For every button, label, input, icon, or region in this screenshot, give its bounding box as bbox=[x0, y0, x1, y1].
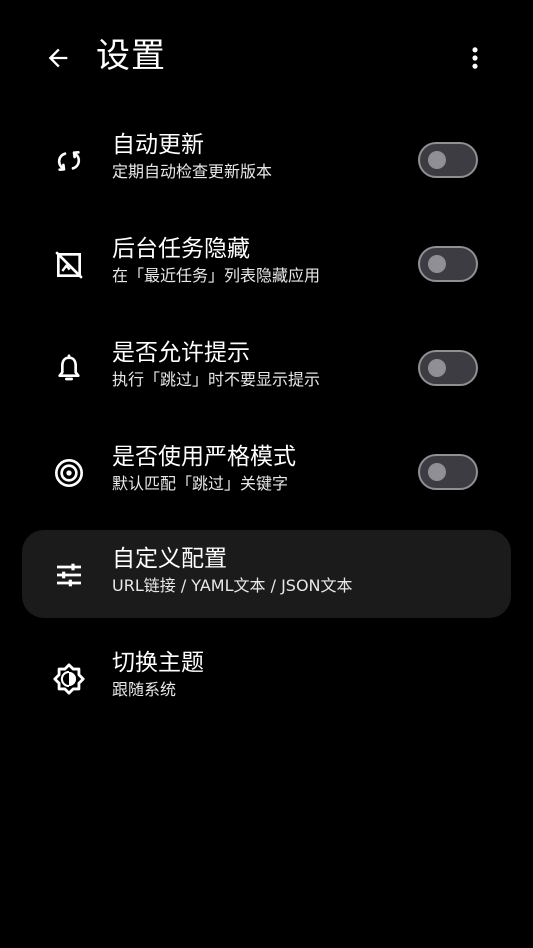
setting-allow-toast[interactable]: 是否允许提示 执行「跳过」时不要显示提示 bbox=[22, 324, 511, 412]
hide-image-icon bbox=[50, 246, 88, 284]
setting-subtitle: 默认匹配「跳过」关键字 bbox=[112, 474, 289, 493]
target-icon bbox=[50, 454, 88, 492]
setting-title: 是否使用严格模式 bbox=[112, 444, 296, 470]
arrow-back-icon bbox=[48, 48, 68, 68]
sync-icon bbox=[50, 142, 88, 180]
setting-auto-update[interactable]: 自动更新 定期自动检查更新版本 bbox=[22, 116, 511, 204]
allow-toast-switch[interactable] bbox=[418, 350, 478, 386]
notification-bell-icon bbox=[50, 350, 88, 388]
setting-subtitle: 定期自动检查更新版本 bbox=[112, 162, 273, 181]
top-app-bar: 设置 bbox=[0, 0, 533, 114]
switch-knob bbox=[428, 151, 446, 169]
page-title: 设置 bbox=[96, 36, 166, 76]
brightness-icon bbox=[50, 660, 88, 698]
setting-title: 后台任务隐藏 bbox=[112, 236, 250, 262]
more-options-button[interactable] bbox=[455, 38, 495, 78]
setting-title: 是否允许提示 bbox=[112, 340, 250, 366]
more-vert-icon bbox=[472, 47, 478, 69]
hide-recents-switch[interactable] bbox=[418, 246, 478, 282]
setting-custom-config[interactable]: 自定义配置 URL链接 / YAML文本 / JSON文本 bbox=[22, 530, 511, 618]
setting-title: 切换主题 bbox=[112, 650, 204, 676]
back-button[interactable] bbox=[38, 38, 78, 78]
setting-subtitle: URL链接 / YAML文本 / JSON文本 bbox=[112, 576, 353, 595]
strict-mode-switch[interactable] bbox=[418, 454, 478, 490]
auto-update-switch[interactable] bbox=[418, 142, 478, 178]
tune-icon bbox=[50, 556, 88, 594]
switch-knob bbox=[428, 463, 446, 481]
setting-strict-mode[interactable]: 是否使用严格模式 默认匹配「跳过」关键字 bbox=[22, 428, 511, 516]
setting-subtitle: 在「最近任务」列表隐藏应用 bbox=[112, 266, 321, 285]
setting-title: 自定义配置 bbox=[112, 546, 227, 572]
switch-knob bbox=[428, 359, 446, 377]
setting-subtitle: 执行「跳过」时不要显示提示 bbox=[112, 370, 321, 389]
setting-subtitle: 跟随系统 bbox=[112, 680, 177, 699]
setting-title: 自动更新 bbox=[112, 132, 204, 158]
setting-switch-theme[interactable]: 切换主题 跟随系统 bbox=[22, 634, 511, 722]
setting-hide-recents[interactable]: 后台任务隐藏 在「最近任务」列表隐藏应用 bbox=[22, 220, 511, 308]
switch-knob bbox=[428, 255, 446, 273]
